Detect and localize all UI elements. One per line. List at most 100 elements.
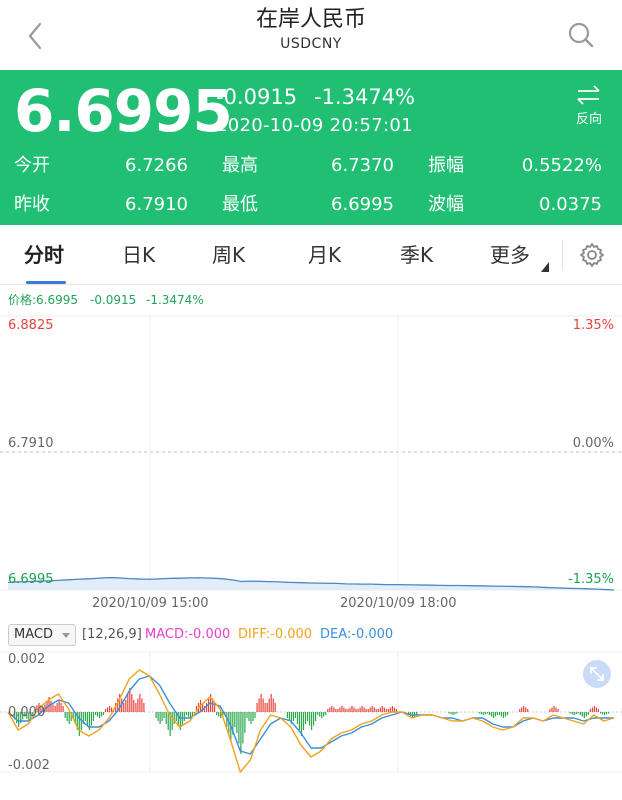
macd-bar: [389, 707, 391, 712]
macd-bar: [391, 706, 393, 712]
title-block: 在岸人民币 USDCNY: [0, 6, 622, 54]
stat-value-open: 6.7266: [125, 155, 188, 176]
macd-bar: [216, 712, 218, 715]
top-bar: 在岸人民币 USDCNY: [0, 0, 622, 70]
macd-bar: [262, 698, 264, 712]
macd-bar: [448, 712, 450, 714]
macd-bar: [296, 712, 299, 724]
macd-bar: [159, 712, 161, 724]
macd-bar: [555, 707, 557, 712]
macd-bar: [486, 712, 488, 714]
macd-bar: [260, 694, 262, 712]
macd-bar: [302, 712, 305, 730]
macd-bar: [107, 707, 109, 712]
stat-value-amplitude: 0.5522%: [521, 155, 602, 176]
y-tick-base: 6.7910: [8, 436, 54, 451]
macd-bar: [492, 712, 494, 718]
macd-bar: [498, 712, 501, 715]
macd-bar: [525, 707, 527, 712]
intraday-chart[interactable]: [0, 310, 622, 615]
macd-chart[interactable]: [0, 648, 622, 778]
macd-bar: [377, 709, 379, 712]
macd-bar: [264, 703, 266, 712]
period-tabs: 分时 日K 周K 月K 季K 更多: [0, 225, 622, 285]
macd-bar: [549, 709, 551, 712]
macd-bar: [605, 712, 608, 715]
macd-bar: [335, 709, 337, 712]
active-tab-indicator: [26, 281, 66, 284]
settings-button[interactable]: [578, 241, 606, 269]
macd-bar: [321, 712, 323, 718]
macd-bar: [86, 712, 88, 726]
macd-bar: [64, 712, 66, 718]
macd-bar: [575, 712, 577, 715]
macd-bar: [595, 707, 597, 712]
reverse-button[interactable]: 反向: [572, 84, 606, 127]
indicator-select[interactable]: MACD: [8, 624, 76, 646]
tab-month-k[interactable]: 月K: [308, 241, 341, 269]
macd-bar: [161, 712, 163, 721]
macd-bar: [496, 712, 498, 715]
macd-bar: [307, 712, 309, 721]
macd-bar: [373, 707, 375, 712]
macd-bar: [206, 703, 208, 712]
macd-bar: [250, 712, 252, 724]
macd-bar: [579, 712, 581, 715]
macd-bar: [62, 706, 64, 712]
current-price: 6.6995: [14, 77, 233, 145]
y-tick-high: 6.8825: [8, 318, 54, 333]
macd-bar: [450, 712, 452, 715]
stat-label-amplitude: 振幅: [428, 155, 464, 176]
dea-value: DEA:-0.000: [320, 627, 394, 642]
price-area: [8, 577, 614, 590]
macd-bar: [143, 703, 145, 712]
macd-bar: [585, 712, 587, 717]
macd-bar: [325, 712, 327, 715]
stat-value-prev-close: 6.7910: [125, 194, 188, 215]
macd-bar: [387, 709, 389, 712]
macd-bar: [363, 707, 365, 712]
macd-bar: [593, 706, 595, 712]
macd-bar: [133, 700, 135, 712]
macd-bar: [90, 712, 92, 726]
macd-bar: [490, 712, 492, 717]
macd-bar: [347, 709, 349, 712]
symbol-label: USDCNY: [280, 36, 342, 52]
macd-bar: [288, 712, 290, 721]
macd-bar: [353, 707, 355, 712]
macd-bar: [577, 712, 579, 714]
expand-button[interactable]: [583, 660, 611, 688]
tab-day-k[interactable]: 日K: [122, 241, 155, 269]
macd-bar: [157, 712, 159, 721]
macd-bar: [601, 712, 604, 715]
macd-bar: [100, 712, 103, 717]
macd-bar: [317, 712, 319, 715]
price-info-price: 价格:6.6995: [8, 293, 79, 307]
macd-bar: [383, 707, 385, 712]
macd-bar: [123, 703, 125, 712]
stat-label-high: 最高: [222, 155, 258, 176]
tab-week-k[interactable]: 周K: [212, 241, 245, 269]
y-tick-low: 6.6995: [8, 572, 54, 587]
macd-bar: [339, 707, 341, 712]
macd-bar: [66, 712, 68, 721]
macd-bar: [381, 706, 383, 712]
macd-bar: [597, 709, 599, 712]
search-button[interactable]: [566, 20, 596, 50]
macd-bar: [581, 712, 583, 717]
y-tick-right-high: 1.35%: [572, 318, 614, 333]
macd-bar: [286, 712, 288, 718]
diff-value: DIFF:-0.000: [238, 627, 313, 642]
tab-quarter-k[interactable]: 季K: [400, 241, 433, 269]
macd-bar: [266, 703, 268, 712]
macd-bar: [504, 712, 507, 717]
tab-more[interactable]: 更多: [490, 241, 530, 269]
macd-bar: [292, 712, 294, 721]
macd-bar: [527, 709, 529, 712]
macd-bar: [311, 712, 313, 730]
macd-bar: [414, 712, 416, 717]
macd-bar: [375, 709, 377, 712]
macd-bar: [274, 703, 276, 712]
macd-bar: [92, 712, 94, 721]
tab-timeshare[interactable]: 分时: [24, 241, 64, 269]
